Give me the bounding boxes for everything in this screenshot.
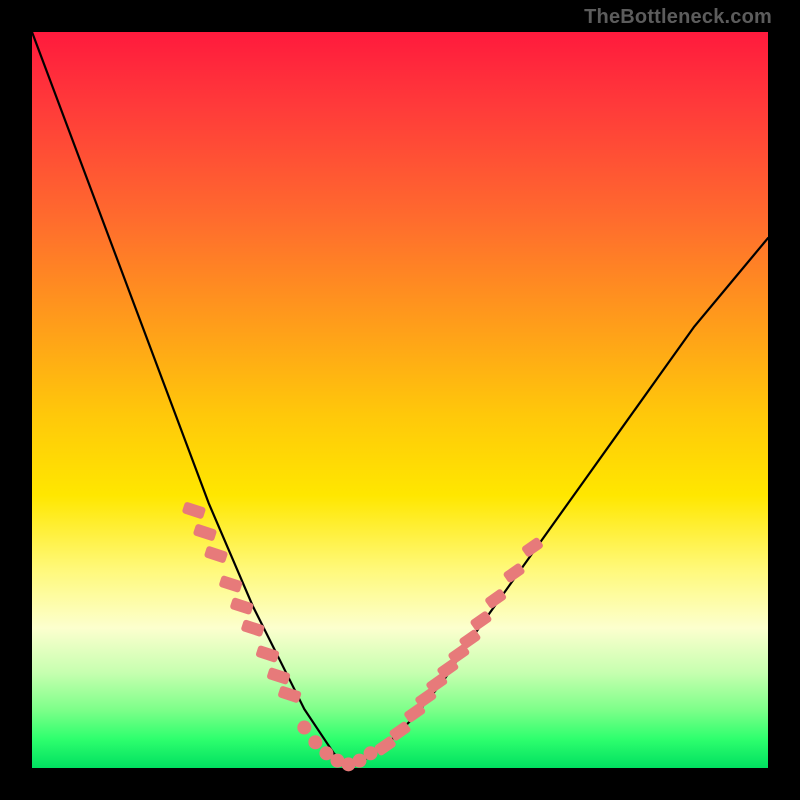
- curve-marker: [204, 545, 229, 563]
- watermark-text: TheBottleneck.com: [584, 6, 772, 29]
- curve-marker: [297, 721, 311, 735]
- curve-marker: [182, 501, 207, 519]
- curve-marker: [266, 667, 291, 685]
- curve-marker: [308, 735, 322, 749]
- marker-group-right: [374, 537, 544, 757]
- chart-frame: TheBottleneck.com: [0, 0, 800, 800]
- plot-area: [32, 32, 768, 768]
- curve-marker: [255, 645, 280, 663]
- curve-marker: [364, 746, 378, 760]
- curve-marker: [277, 685, 302, 703]
- bottleneck-curve: [32, 32, 768, 768]
- curve-marker: [218, 575, 243, 593]
- curve-layer: [32, 32, 768, 768]
- marker-group-trough: [297, 721, 377, 772]
- curve-marker: [193, 523, 218, 541]
- marker-group-left: [182, 501, 302, 703]
